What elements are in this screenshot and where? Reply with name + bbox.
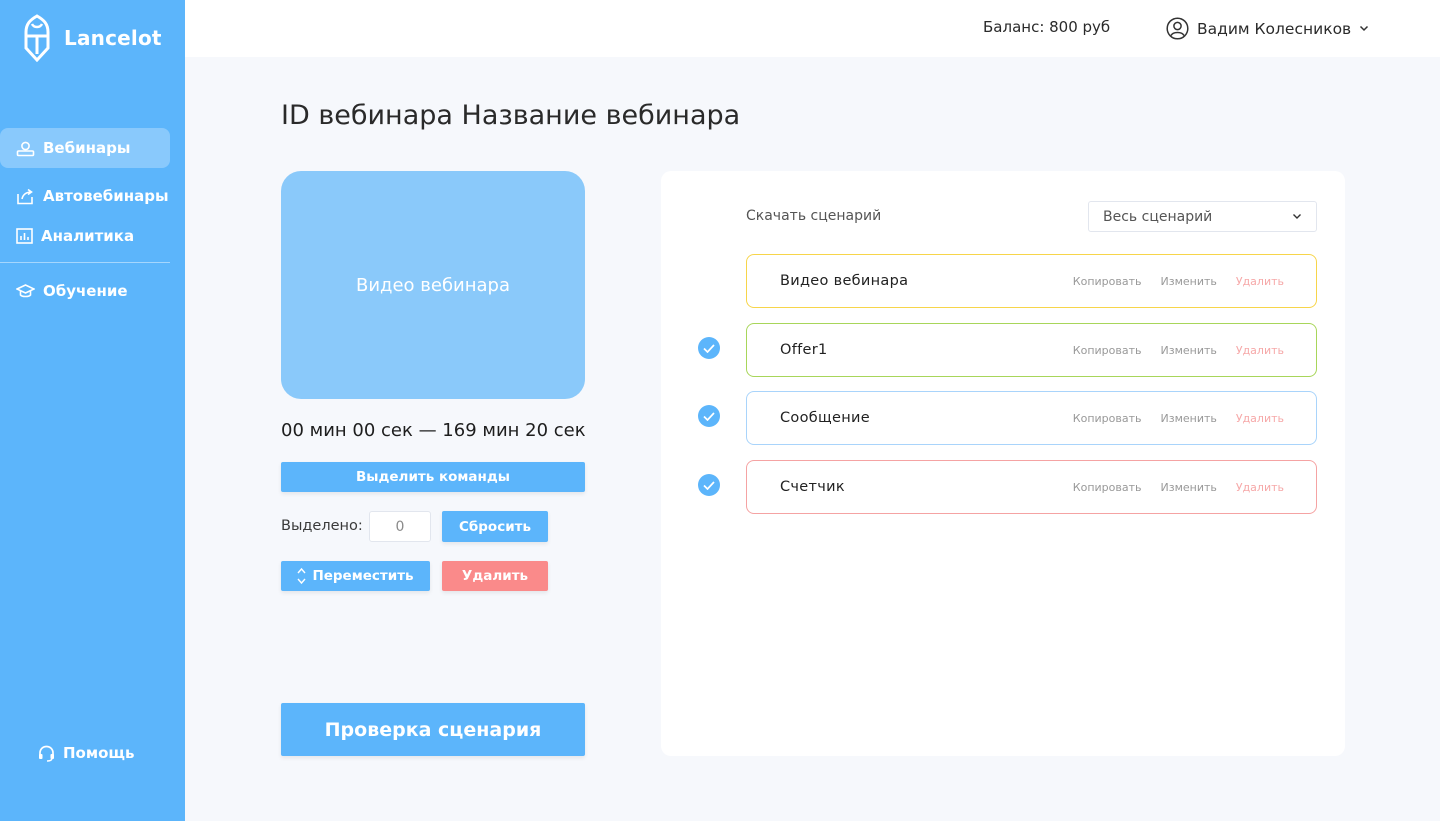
checkbox-checked[interactable] xyxy=(698,474,720,496)
analytics-icon xyxy=(16,228,33,244)
help-label: Помощь xyxy=(63,744,135,762)
card-actions: Копировать Изменить Удалить xyxy=(1073,344,1316,357)
download-scenario-link[interactable]: Скачать сценарий xyxy=(746,208,881,224)
scenario-panel: Скачать сценарий Весь сценарий Видео веб… xyxy=(661,171,1345,756)
scenario-card[interactable]: Сообщение Копировать Изменить Удалить xyxy=(746,391,1317,445)
card-actions: Копировать Изменить Удалить xyxy=(1073,481,1316,494)
move-button[interactable]: Переместить xyxy=(281,561,430,591)
logo-text: Lancelot xyxy=(64,26,162,50)
copy-link[interactable]: Копировать xyxy=(1073,481,1142,494)
delete-link[interactable]: Удалить xyxy=(1236,481,1284,494)
checkbox-checked[interactable] xyxy=(698,405,720,427)
graduation-cap-icon xyxy=(16,284,35,298)
sidebar-item-label: Автовебинары xyxy=(43,187,169,205)
delete-button[interactable]: Удалить xyxy=(442,561,548,591)
delete-link[interactable]: Удалить xyxy=(1236,412,1284,425)
headset-icon xyxy=(39,745,54,762)
selected-count-input[interactable] xyxy=(369,511,431,542)
scenario-card[interactable]: Счетчик Копировать Изменить Удалить xyxy=(746,460,1317,514)
checkbox-checked[interactable] xyxy=(698,337,720,359)
card-title: Сообщение xyxy=(780,410,870,426)
sidebar-item-label: Вебинары xyxy=(43,139,131,157)
delete-link[interactable]: Удалить xyxy=(1236,344,1284,357)
time-range: 00 мин 00 сек — 169 мин 20 сек xyxy=(281,420,586,441)
sidebar-item-label: Аналитика xyxy=(41,227,135,245)
user-name: Вадим Колесников xyxy=(1197,19,1352,38)
help-link[interactable]: Помощь xyxy=(38,744,135,762)
lancelot-helmet-icon xyxy=(24,14,50,62)
checkmark-icon xyxy=(703,411,715,421)
card-title: Offer1 xyxy=(780,342,828,358)
checkmark-icon xyxy=(703,343,715,353)
user-menu[interactable]: Вадим Колесников xyxy=(1166,17,1369,40)
scenario-filter-value: Весь сценарий xyxy=(1103,208,1213,225)
user-avatar-icon xyxy=(1166,17,1189,40)
copy-link[interactable]: Копировать xyxy=(1073,275,1142,288)
copy-link[interactable]: Копировать xyxy=(1073,412,1142,425)
edit-link[interactable]: Изменить xyxy=(1161,481,1217,494)
balance-text: Баланс: 800 руб xyxy=(983,18,1111,36)
sidebar-divider xyxy=(0,262,170,263)
chevron-down-icon xyxy=(1293,214,1301,219)
video-label: Видео вебинара xyxy=(355,274,511,296)
chevron-down-icon xyxy=(1360,25,1369,32)
select-commands-button[interactable]: Выделить команды xyxy=(281,462,585,492)
sidebar-item-analytics[interactable]: Аналитика xyxy=(0,216,170,256)
copy-link[interactable]: Копировать xyxy=(1073,344,1142,357)
card-actions: Копировать Изменить Удалить xyxy=(1073,275,1316,288)
video-placeholder[interactable]: Видео вебинара xyxy=(281,171,585,399)
move-label: Переместить xyxy=(312,568,414,584)
sidebar-item-autowebinars[interactable]: Автовебинары xyxy=(0,176,170,216)
sidebar: Lancelot Вебинары Автовебинары Аналитика… xyxy=(0,0,185,821)
card-actions: Копировать Изменить Удалить xyxy=(1073,412,1316,425)
sidebar-item-label: Обучение xyxy=(43,282,128,300)
check-scenario-button[interactable]: Проверка сценария xyxy=(281,703,585,756)
card-title: Видео вебинара xyxy=(780,273,909,289)
top-header: Баланс: 800 руб Вадим Колесников xyxy=(185,0,1440,57)
webinar-icon xyxy=(16,141,35,156)
logo[interactable]: Lancelot xyxy=(22,14,162,62)
move-updown-icon xyxy=(297,567,306,585)
sidebar-item-learning[interactable]: Обучение xyxy=(0,271,170,311)
edit-link[interactable]: Изменить xyxy=(1161,412,1217,425)
delete-link[interactable]: Удалить xyxy=(1236,275,1284,288)
selected-label: Выделено: xyxy=(281,518,363,534)
edit-link[interactable]: Изменить xyxy=(1161,344,1217,357)
scenario-card[interactable]: Видео вебинара Копировать Изменить Удали… xyxy=(746,254,1317,308)
edit-link[interactable]: Изменить xyxy=(1161,275,1217,288)
checkmark-icon xyxy=(703,480,715,490)
scenario-filter-select[interactable]: Весь сценарий xyxy=(1088,201,1317,232)
sidebar-item-webinars[interactable]: Вебинары xyxy=(0,128,170,168)
scenario-card[interactable]: Offer1 Копировать Изменить Удалить xyxy=(746,323,1317,377)
page-title: ID вебинара Название вебинара xyxy=(281,100,741,131)
reset-button[interactable]: Сбросить xyxy=(442,511,548,542)
autowebinar-icon xyxy=(17,188,33,204)
card-title: Счетчик xyxy=(780,479,845,495)
